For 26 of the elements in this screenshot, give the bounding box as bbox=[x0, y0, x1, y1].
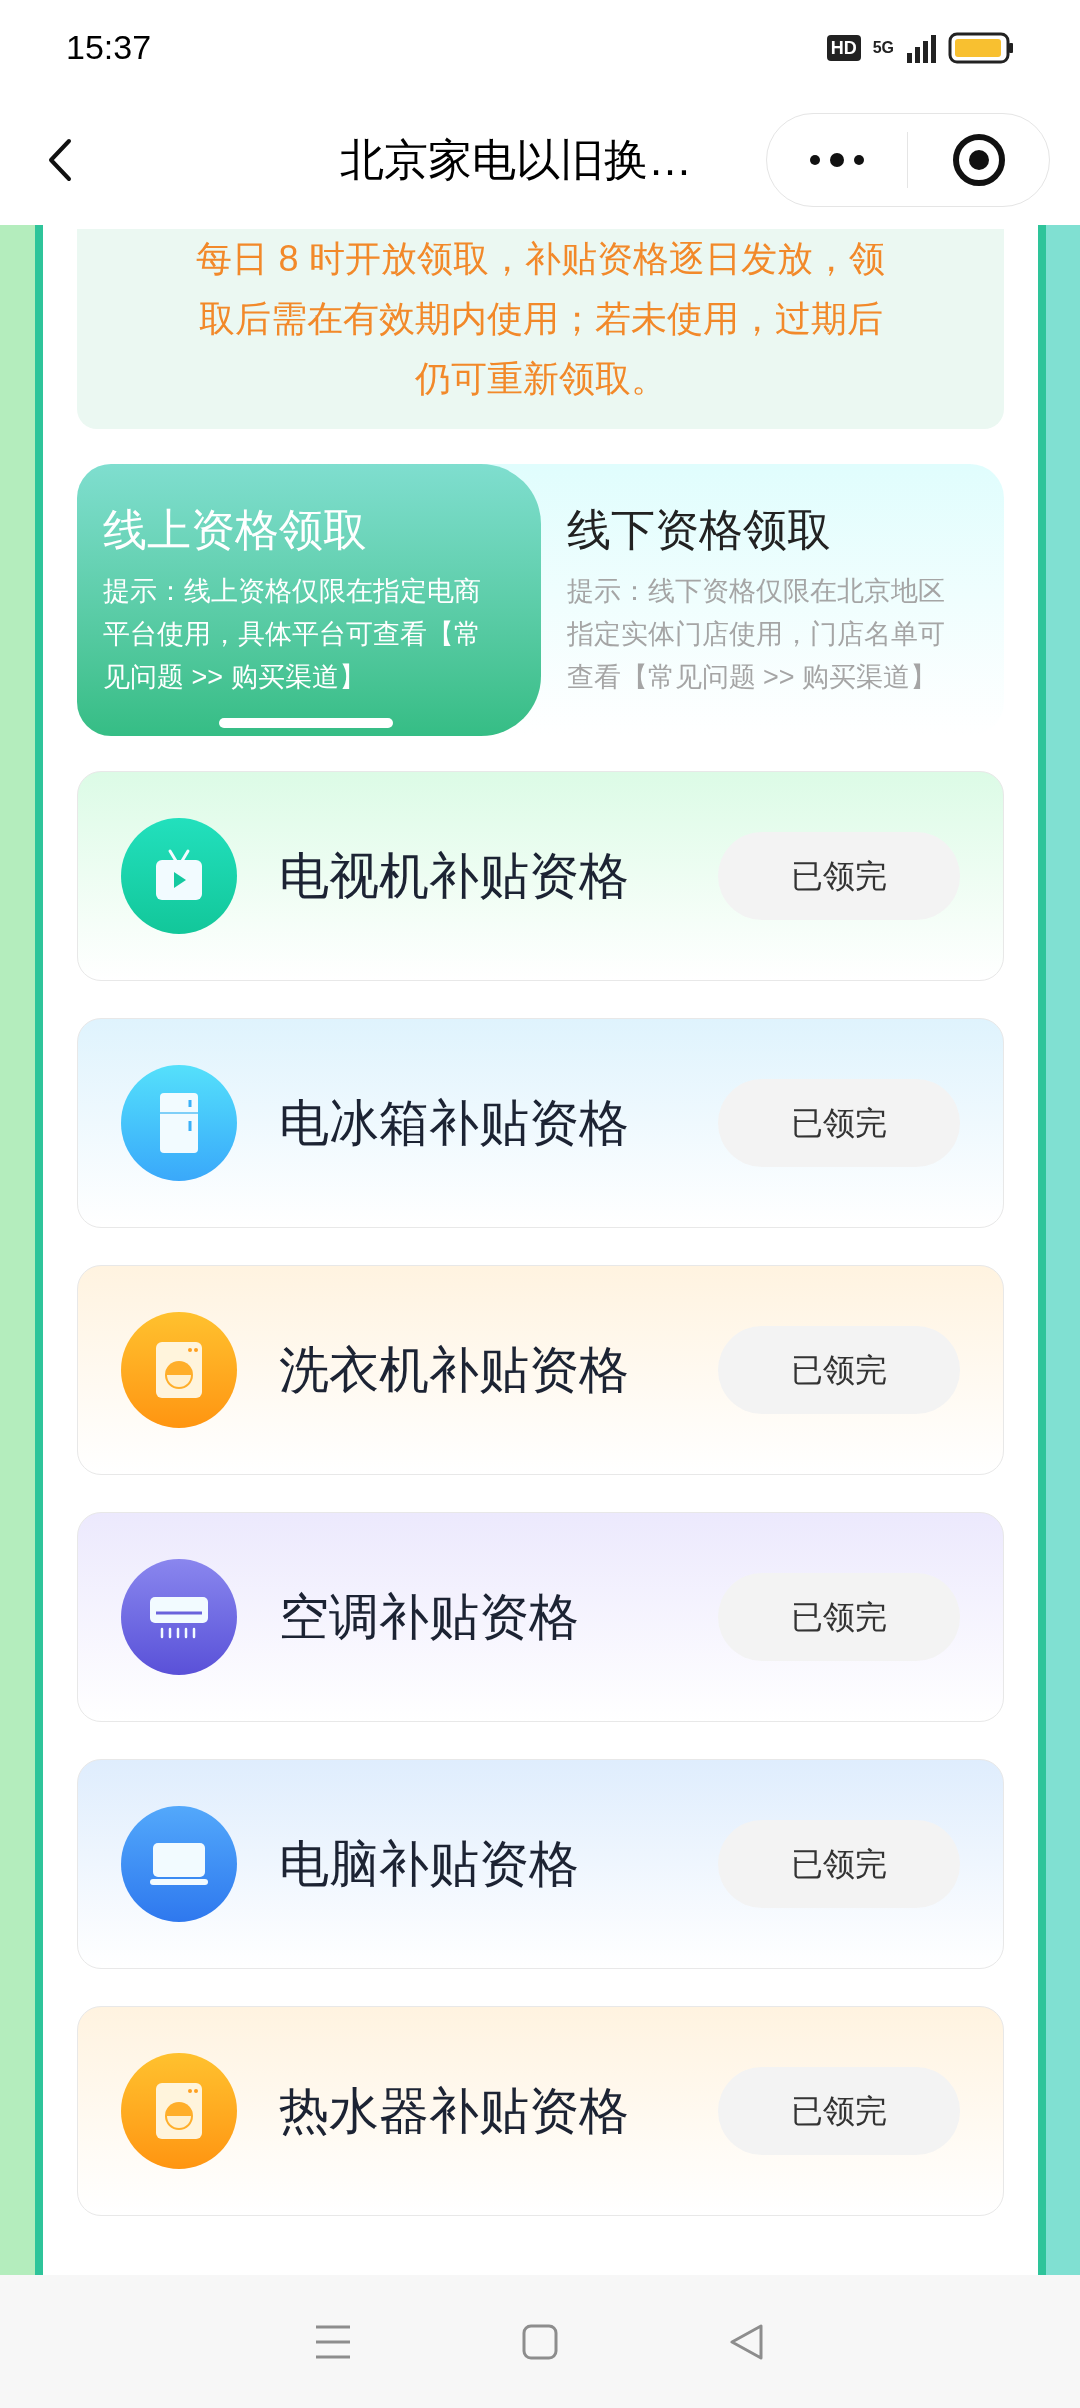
back-triangle-icon bbox=[728, 2323, 765, 2360]
tab-title: 线下资格领取 bbox=[566, 504, 831, 556]
notice-text: 每日 8 时开放领取，补贴资格逐日发放，领 bbox=[196, 237, 885, 281]
signal-icon bbox=[906, 32, 936, 63]
status-time: 15:37 bbox=[66, 27, 152, 68]
tab-title: 线上资格领取 bbox=[103, 504, 367, 556]
page-title: 北京家电以旧换… bbox=[340, 134, 692, 186]
subsidy-title: 电冰箱补贴资格 bbox=[279, 1093, 629, 1153]
tab-hint: 提示：线下资格仅限在北京地区指定实体门店使用，门店名单可查看【常见问题 >> 购买渠道】 bbox=[566, 575, 946, 694]
subsidy-title: 空调补贴资格 bbox=[279, 1587, 579, 1647]
notice-text: 仍可重新领取。 bbox=[414, 357, 667, 401]
hd-badge: HD bbox=[826, 34, 861, 61]
battery-icon bbox=[948, 31, 1014, 64]
target-icon bbox=[951, 133, 1006, 187]
square-icon bbox=[522, 2323, 558, 2360]
network-label: 5G bbox=[872, 39, 894, 56]
back-icon bbox=[47, 138, 73, 182]
notice-text: 取后需在有效期内使用；若未使用，过期后 bbox=[198, 297, 883, 341]
subsidy-title: 电视机补贴资格 bbox=[279, 846, 629, 906]
subsidy-title: 洗衣机补贴资格 bbox=[279, 1340, 629, 1400]
menu-icon bbox=[314, 2323, 353, 2360]
tab[interactable]: 线下资格领取 提示：线下资格仅限在北京地区指定实体门店使用，门店名单可查看【常见问题 >> 购买渠道】 bbox=[540, 464, 1004, 736]
subsidy-title: 电脑补贴资格 bbox=[279, 1834, 579, 1894]
tab-hint: 提示：线上资格仅限在指定电商平台使用，具体平台可查看【常见问题 >> 购买渠道】 bbox=[103, 575, 482, 694]
subsidy-title: 热水器补贴资格 bbox=[279, 2081, 629, 2141]
more-icon bbox=[807, 152, 867, 168]
